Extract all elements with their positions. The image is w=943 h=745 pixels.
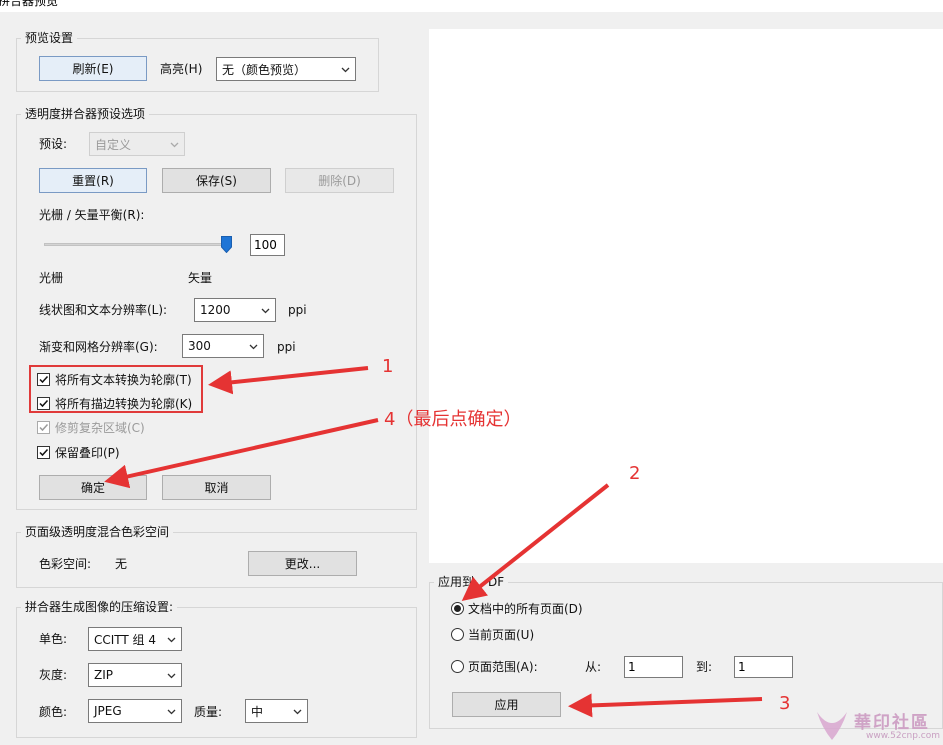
preset-select-value: 自定义 [95, 137, 132, 152]
radio-selected-dot [454, 605, 461, 612]
raster-label: 光栅 [39, 271, 64, 285]
annotation-step1: 1 [382, 356, 394, 377]
gradient-resolution-value: 300 [188, 339, 211, 353]
blend-space-title: 页面级透明度混合色彩空间 [21, 525, 174, 539]
chevron-down-icon [261, 308, 270, 314]
raster-vector-input[interactable]: 100 [250, 234, 285, 256]
to-label: 到: [696, 660, 713, 674]
all-pages-radio[interactable] [451, 602, 464, 615]
color-compression-select[interactable]: JPEG [88, 699, 182, 723]
checkmark-icon [39, 448, 49, 457]
chevron-down-icon [167, 709, 176, 715]
preserve-overprint-checkbox[interactable] [37, 446, 50, 459]
apply-to-pdf-title-start: 应用到 [438, 575, 475, 589]
chevron-down-icon [167, 673, 176, 679]
apply-to-pdf-title-end: DF [488, 575, 505, 589]
vector-label: 矢量 [188, 271, 213, 285]
quality-select-value: 中 [251, 704, 264, 719]
compression-title: 拼合器生成图像的压缩设置: [21, 600, 178, 614]
watermark-text: 華印社區 [854, 713, 930, 733]
flattener-presets-title: 透明度拼合器预设选项 [21, 107, 150, 121]
preserve-overprint-label[interactable]: 保留叠印(P) [55, 446, 120, 460]
quality-label: 质量: [194, 705, 223, 719]
page-to-input[interactable]: 1 [734, 656, 793, 678]
cancel-button[interactable]: 取消 [162, 475, 271, 500]
page-range-label[interactable]: 页面范围(A): [468, 660, 538, 674]
save-preset-button[interactable]: 保存(S) [162, 168, 271, 193]
mono-compression-select[interactable]: CCITT 组 4 [88, 627, 182, 651]
chevron-down-icon [341, 67, 350, 73]
delete-preset-button[interactable]: 删除(D) [285, 168, 394, 193]
all-pages-label[interactable]: 文档中的所有页面(D) [468, 602, 583, 616]
page-from-input[interactable]: 1 [624, 656, 683, 678]
gradient-unit: ppi [277, 340, 296, 354]
line-art-resolution-select[interactable]: 1200 [194, 298, 276, 322]
refresh-button[interactable]: 刷新(E) [39, 56, 147, 81]
color-label: 颜色: [39, 705, 68, 719]
chevron-down-icon [170, 142, 179, 148]
highlight-select[interactable]: 无（颜色预览） [216, 57, 356, 81]
raster-vector-label: 光栅 / 矢量平衡(R): [39, 208, 145, 222]
preview-settings-title: 预览设置 [21, 31, 78, 45]
clip-complex-label[interactable]: 修剪复杂区域(C) [55, 421, 145, 435]
window-title: 拼合器预览 [0, 0, 59, 8]
gradient-resolution-select[interactable]: 300 [182, 334, 264, 358]
highlight-select-value: 无（颜色预览） [222, 62, 307, 77]
color-compression-value: JPEG [94, 704, 122, 718]
annotation-step2: 2 [629, 463, 641, 484]
window-titlebar: 拼合器预览 [0, 0, 943, 12]
color-space-value: 无 [115, 557, 128, 571]
gray-compression-select[interactable]: ZIP [88, 663, 182, 687]
flattener-preview-area[interactable] [429, 29, 943, 563]
site-logo-icon [817, 712, 847, 740]
clip-complex-checkbox[interactable] [37, 421, 50, 434]
line-art-resolution-value: 1200 [200, 303, 231, 317]
chevron-down-icon [167, 637, 176, 643]
mono-label: 单色: [39, 632, 68, 646]
gradient-resolution-label: 渐变和网格分辨率(G): [39, 340, 158, 354]
page-range-radio[interactable] [451, 660, 464, 673]
chevron-down-icon [293, 709, 302, 715]
quality-select[interactable]: 中 [245, 699, 308, 723]
ok-button[interactable]: 确定 [39, 475, 147, 500]
raster-vector-slider-thumb[interactable] [221, 236, 232, 253]
line-art-unit: ppi [288, 303, 307, 317]
change-color-space-button[interactable]: 更改... [248, 551, 357, 576]
mono-compression-value: CCITT 组 4 [94, 632, 157, 647]
chevron-down-icon [249, 344, 258, 350]
annotation-step4: 4（最后点确定） [384, 409, 522, 430]
line-art-resolution-label: 线状图和文本分辨率(L): [39, 303, 168, 317]
current-page-label[interactable]: 当前页面(U) [468, 628, 534, 642]
raster-vector-slider-track[interactable] [44, 243, 231, 246]
preset-select[interactable]: 自定义 [89, 132, 185, 156]
apply-to-pdf-title: 应用到 DF [434, 575, 509, 589]
highlight-label: 高亮(H) [160, 62, 203, 76]
apply-button[interactable]: 应用 [452, 692, 561, 717]
from-label: 从: [585, 660, 602, 674]
color-space-label: 色彩空间: [39, 557, 92, 571]
reset-button[interactable]: 重置(R) [39, 168, 147, 193]
gray-compression-value: ZIP [94, 668, 113, 682]
current-page-radio[interactable] [451, 628, 464, 641]
highlight-box-annotation [29, 365, 203, 413]
gray-label: 灰度: [39, 668, 68, 682]
watermark-url: www.52cnp.com [866, 731, 941, 741]
preset-label: 预设: [39, 137, 68, 151]
checkmark-icon [39, 423, 49, 432]
annotation-step3: 3 [779, 693, 791, 714]
